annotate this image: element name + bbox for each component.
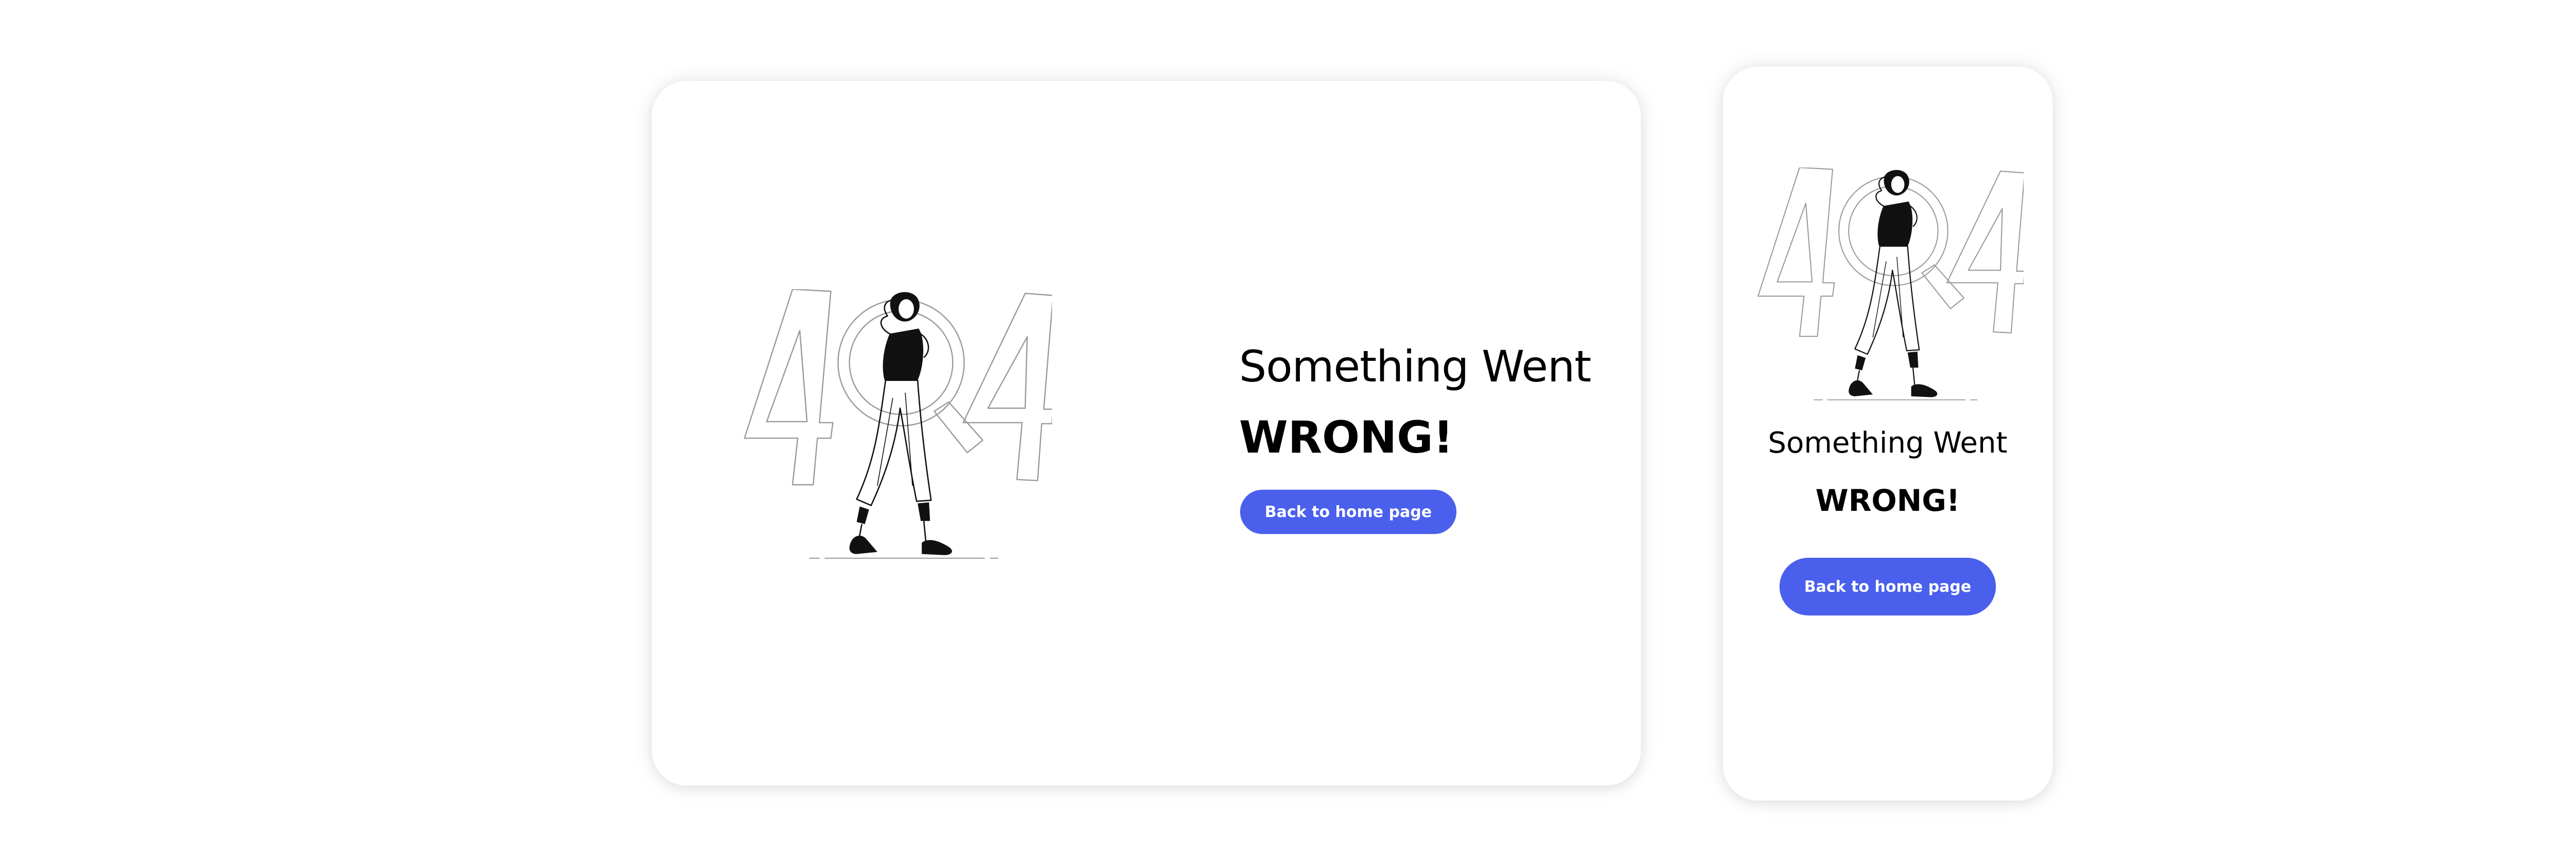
- 404-illustration-icon: [1756, 168, 2024, 409]
- error-title: Something Went: [1239, 341, 1591, 392]
- error-subtitle: WRONG!: [1815, 483, 1960, 518]
- back-to-home-button[interactable]: Back to home page: [1240, 490, 1456, 534]
- desktop-error-card: Something Went WRONG! Back to home page: [652, 81, 1641, 786]
- error-title: Something Went: [1768, 426, 2008, 460]
- error-subtitle: WRONG!: [1239, 412, 1453, 463]
- mobile-error-card: Something Went WRONG! Back to home page: [1723, 66, 2053, 801]
- 404-illustration-icon: [742, 289, 1052, 569]
- back-to-home-button[interactable]: Back to home page: [1780, 558, 1996, 615]
